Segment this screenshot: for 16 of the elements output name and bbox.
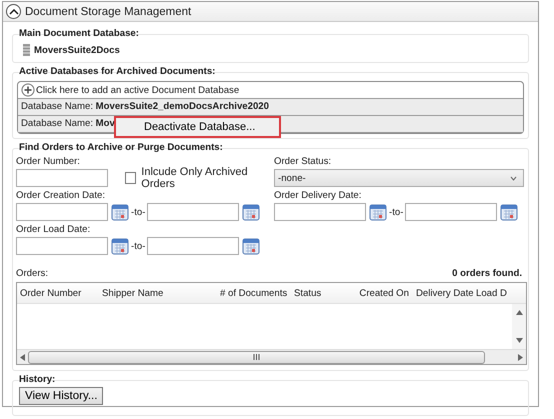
range-separator: -to- — [389, 206, 404, 218]
group-label: Active Databases for Archived Documents: — [18, 65, 216, 78]
panel-title: Document Storage Management — [25, 6, 192, 18]
field-label: Order Number: — [16, 155, 81, 168]
orders-label: Orders: — [16, 267, 48, 280]
group-label: Main Document Database: — [18, 27, 140, 40]
group-label: History: — [18, 373, 56, 386]
range-separator: -to- — [131, 206, 146, 218]
orders-count: 0 orders found. — [452, 267, 522, 280]
field-label: Order Status: — [274, 155, 332, 168]
group-label: Find Orders to Archive or Purge Documents: — [18, 141, 224, 154]
field-label: Order Creation Date: — [16, 189, 106, 202]
field-label: Order Load Date: — [16, 223, 92, 236]
database-name: MoversSuite2Docs — [34, 44, 120, 56]
range-separator: -to- — [131, 240, 146, 252]
field-label: Order Delivery Date: — [274, 189, 362, 202]
